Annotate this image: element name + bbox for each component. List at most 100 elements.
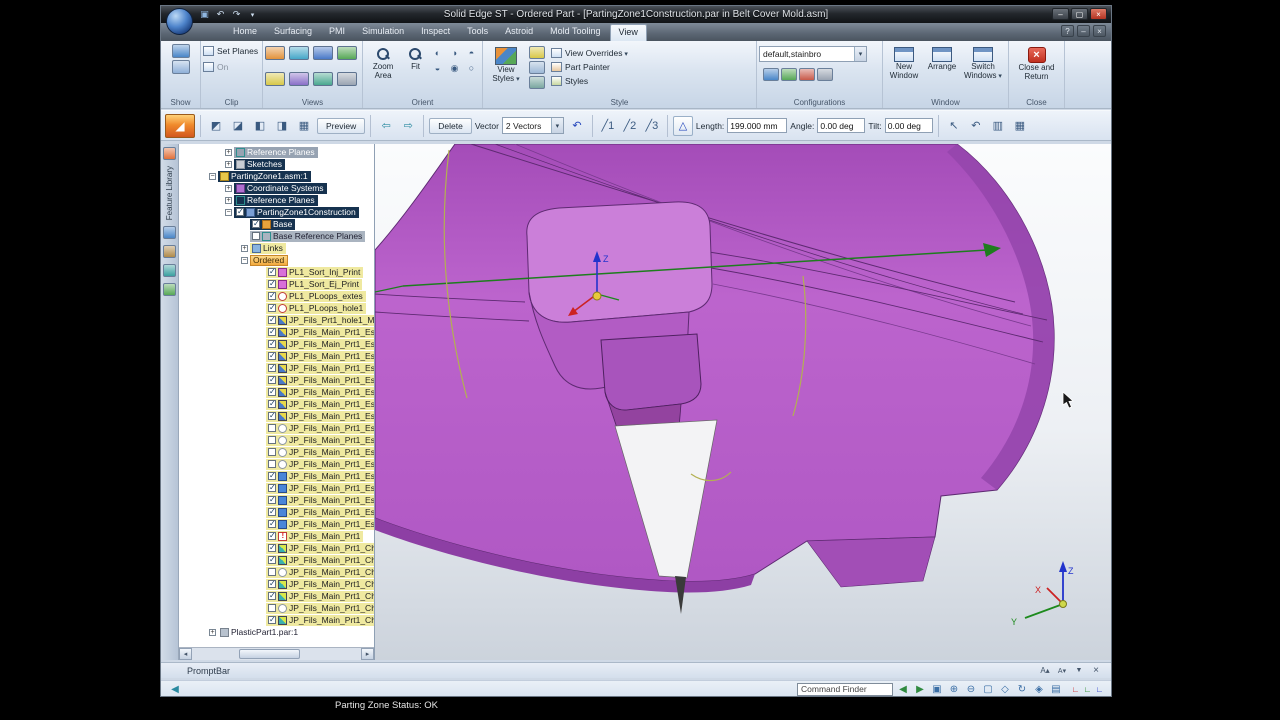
tree-row[interactable]: Base Reference Planes <box>179 230 374 242</box>
flip-vector-icon[interactable]: ↶ <box>567 116 587 136</box>
tree-row[interactable]: Reference Planes <box>179 146 374 158</box>
show-planes-icon[interactable] <box>171 44 190 58</box>
tree-row[interactable]: JP_Fils_Main_Prt1_Ch... <box>179 590 374 602</box>
rotate-view-icon[interactable]: ↻ <box>1014 682 1030 696</box>
visibility-checkbox[interactable] <box>268 543 276 552</box>
view-iso-icon[interactable] <box>337 46 357 60</box>
sensors-icon[interactable] <box>163 264 176 278</box>
visibility-checkbox[interactable] <box>268 267 276 276</box>
axis-y-icon[interactable]: ∟ <box>1082 683 1093 695</box>
surface-step-icon[interactable]: ▦ <box>294 116 314 136</box>
delete-button[interactable]: Delete <box>429 117 472 134</box>
visibility-checkbox[interactable] <box>252 232 260 240</box>
tab-pmi[interactable]: PMI <box>321 24 353 41</box>
double-vector-icon[interactable]: ╱2 <box>620 116 640 136</box>
maximize-button[interactable]: ▢ <box>1071 8 1088 20</box>
part-painter-button[interactable]: Part Painter <box>547 60 632 73</box>
visibility-checkbox[interactable] <box>268 315 276 324</box>
tree-row[interactable]: JP_Fils_Main_Prt1_Ch... <box>179 554 374 566</box>
tab-surfacing[interactable]: Surfacing <box>266 24 320 41</box>
visibility-checkbox[interactable] <box>268 471 276 480</box>
set-planes-button[interactable]: Set Planes <box>203 44 258 58</box>
config-save-icon[interactable] <box>763 68 779 81</box>
angle-input[interactable] <box>817 118 866 133</box>
tilt-input[interactable] <box>884 118 933 133</box>
view-styles-button[interactable]: View Styles <box>485 44 527 86</box>
expand-toggle[interactable] <box>225 184 232 192</box>
expand-toggle[interactable] <box>209 172 216 180</box>
visibility-checkbox[interactable] <box>268 279 276 288</box>
close-button[interactable]: × <box>1090 8 1107 20</box>
active-command-icon[interactable]: ◢ <box>165 113 195 138</box>
fit-icon[interactable]: ▢ <box>980 682 996 696</box>
look-at-face-icon[interactable]: ◒ <box>430 61 445 75</box>
previous-step-icon[interactable]: ⇦ <box>376 116 396 136</box>
application-button[interactable] <box>166 8 193 35</box>
tree-row[interactable]: JP_Fils_Main_Prt1_Es_ <box>179 518 374 530</box>
save-icon[interactable] <box>198 9 211 20</box>
visibility-checkbox[interactable] <box>268 303 276 312</box>
tree-row[interactable]: PL1_Sort_Inj_Print <box>179 266 374 278</box>
undo-icon[interactable] <box>214 9 227 20</box>
visibility-checkbox[interactable] <box>268 519 276 528</box>
show-sketches-icon[interactable] <box>171 60 190 74</box>
style-face-icon[interactable] <box>529 46 545 59</box>
tree-row[interactable]: Links <box>179 242 374 254</box>
tree-row[interactable]: JP_Fils_Main_Prt1_Ch... <box>179 614 374 626</box>
pan-icon[interactable]: ◐ <box>430 46 445 60</box>
style-grid-icon[interactable] <box>529 61 545 74</box>
spin-about-icon[interactable]: ◓ <box>464 46 479 60</box>
visibility-checkbox[interactable] <box>268 363 276 372</box>
tree-row[interactable]: JP_Fils_Main_Prt1 <box>179 530 374 542</box>
tab-view[interactable]: View <box>609 24 647 41</box>
scrollbar-thumb[interactable] <box>239 649 301 659</box>
tab-astroid[interactable]: Astroid <box>497 24 541 41</box>
visibility-checkbox[interactable] <box>268 291 276 300</box>
scroll-right-icon[interactable]: ▸ <box>361 648 374 660</box>
view-previous-icon[interactable]: ◀ <box>895 682 911 696</box>
display-options-icon[interactable]: ▦ <box>1010 116 1030 136</box>
library-icon[interactable] <box>163 226 176 240</box>
tree-row[interactable]: JP_Fils_Main_Prt1_Es... <box>179 326 374 338</box>
visibility-checkbox[interactable] <box>268 327 276 336</box>
tree-row[interactable]: JP_Fils_Main_Prt1_Ch... <box>179 542 374 554</box>
multi-vector-icon[interactable]: ╱3 <box>642 116 662 136</box>
select-step-icon[interactable]: ◩ <box>206 116 226 136</box>
command-finder-input[interactable] <box>797 682 893 696</box>
tree-row[interactable]: JP_Fils_Main_Prt1_Es... <box>179 338 374 350</box>
pan-icon[interactable]: ◇ <box>997 682 1013 696</box>
visibility-checkbox[interactable] <box>268 483 276 492</box>
view-back-icon[interactable] <box>337 72 357 86</box>
prompt-collapse-icon[interactable] <box>167 682 183 696</box>
feature-library-tab[interactable]: Feature Library <box>165 166 174 220</box>
clip-on-button[interactable]: On <box>203 60 228 74</box>
minimize-document-icon[interactable] <box>1077 25 1090 37</box>
switch-windows-button[interactable]: Switch Windows <box>961 44 1005 83</box>
quick-access-dropdown-icon[interactable] <box>246 9 259 20</box>
visibility-checkbox[interactable] <box>268 507 276 516</box>
tree-row[interactable]: Ordered <box>179 254 374 266</box>
tree-row[interactable]: JP_Fils_Main_Prt1_Es... <box>179 374 374 386</box>
visibility-checkbox[interactable] <box>268 387 276 396</box>
draft-angle-icon[interactable]: △ <box>672 115 693 136</box>
visibility-checkbox[interactable] <box>268 436 276 444</box>
length-input[interactable] <box>727 118 788 133</box>
tree-row[interactable]: JP_Fils_Main_Prt1_Ch... <box>179 602 374 614</box>
visibility-checkbox[interactable] <box>268 604 276 612</box>
view-overrides-button[interactable]: View Overrides <box>547 46 632 59</box>
visibility-checkbox[interactable] <box>268 448 276 456</box>
minimize-button[interactable]: – <box>1052 8 1069 20</box>
view-next-icon[interactable]: ▶ <box>912 682 928 696</box>
arrange-button[interactable]: Arrange <box>925 44 959 75</box>
tree-row[interactable]: JP_Fils_Main_Prt1_Es_ <box>179 494 374 506</box>
layers-icon[interactable] <box>163 283 176 297</box>
visibility-checkbox[interactable] <box>268 351 276 360</box>
tree-row[interactable]: PartingZone1.asm:1 <box>179 170 374 182</box>
next-step-icon[interactable]: ⇨ <box>398 116 418 136</box>
expand-toggle[interactable] <box>225 160 232 168</box>
tree-row[interactable]: Sketches <box>179 158 374 170</box>
tree-row[interactable]: JP_Fils_Main_Prt1_Es... <box>179 422 374 434</box>
zoom-area-icon[interactable]: ▣ <box>929 682 945 696</box>
tree-row[interactable]: JP_Fils_Main_Prt1_Es... <box>179 398 374 410</box>
tree-row[interactable]: PartingZone1Construction <box>179 206 374 218</box>
